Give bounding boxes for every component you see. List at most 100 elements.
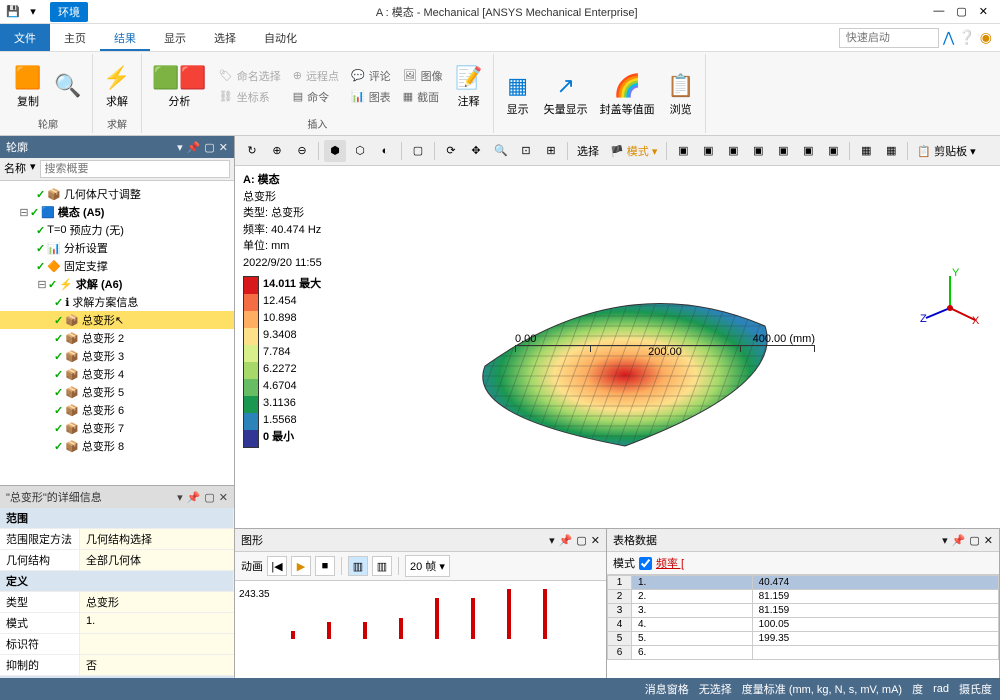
tab-select[interactable]: 选择 <box>200 24 250 51</box>
details-value[interactable] <box>80 634 234 654</box>
named-selection-button[interactable]: 🏷命名选择 <box>215 66 285 86</box>
outline-search-input[interactable] <box>40 160 230 178</box>
close-icon[interactable]: ✕ <box>219 141 228 154</box>
box-zoom-icon[interactable]: ⊞ <box>540 140 562 162</box>
contour-legend[interactable]: 14.011 最大12.45410.8989.34087.7846.22724.… <box>243 276 321 448</box>
fit-icon[interactable]: ⊡ <box>515 140 537 162</box>
wireframe-icon[interactable]: ⬡ <box>349 140 371 162</box>
close-icon[interactable]: ✕ <box>984 534 993 547</box>
tree-node-geom-sizing[interactable]: ✓📦几何体尺寸调整 <box>0 185 234 203</box>
minimize-icon[interactable]: — <box>933 5 944 18</box>
status-units[interactable]: 度量标准 (mm, kg, N, s, mV, mA) <box>742 681 902 697</box>
outline-panel-header[interactable]: 轮廓 ▾ 📌 ▢ ✕ <box>0 136 234 158</box>
details-value[interactable]: 否 <box>80 655 234 675</box>
mode-bar-graph[interactable]: 243.35 1. <box>235 581 606 678</box>
tree-node-td7[interactable]: ✓📦总变形 7 <box>0 419 234 437</box>
close-icon[interactable]: ✕ <box>219 491 228 504</box>
tab-home[interactable]: 主页 <box>50 24 100 51</box>
freq-checkbox[interactable] <box>639 557 652 570</box>
chevron-down-icon[interactable]: ▾ <box>24 3 42 21</box>
vector-display-button[interactable]: ↗矢量显示 <box>540 69 592 119</box>
view-back-icon[interactable]: ▣ <box>697 140 719 162</box>
pick-face-icon[interactable]: ▦ <box>880 140 902 162</box>
tabular-panel-header[interactable]: 表格数据▾📌▢✕ <box>607 529 999 552</box>
details-value[interactable]: 总变形 <box>80 592 234 612</box>
dropdown-icon[interactable]: ▾ <box>177 491 183 504</box>
anim-mode-1-icon[interactable]: ▥ <box>348 556 368 576</box>
notify-icon[interactable]: ⋀ <box>943 29 954 46</box>
quick-launch-input[interactable] <box>839 28 939 48</box>
file-tab[interactable]: 文件 <box>0 24 50 51</box>
find-button[interactable]: 🔍 <box>50 69 86 103</box>
solve-button[interactable]: ⚡求解 <box>99 61 135 111</box>
help-icon[interactable]: ❔ <box>958 29 975 46</box>
maximize-icon[interactable]: ▢ <box>204 491 214 504</box>
view-right-icon[interactable]: ▣ <box>797 140 819 162</box>
tree-node-modal[interactable]: ⊟✓🟦模态 (A5) <box>0 203 234 221</box>
status-degrees[interactable]: 度 <box>912 681 923 697</box>
pan-icon[interactable]: ✥ <box>465 140 487 162</box>
outline-tree[interactable]: ✓📦几何体尺寸调整 ⊟✓🟦模态 (A5) ✓T=0预应力 (无) ✓📊分析设置 … <box>0 181 234 485</box>
commands-button[interactable]: ▤命令 <box>289 87 343 107</box>
tree-node-td6[interactable]: ✓📦总变形 6 <box>0 401 234 419</box>
dropdown-icon[interactable]: ▾ <box>942 534 948 547</box>
image-button[interactable]: 🖼图像 <box>399 66 447 86</box>
tab-display[interactable]: 显示 <box>150 24 200 51</box>
tab-automation[interactable]: 自动化 <box>250 24 311 51</box>
analyze-button[interactable]: 🟩🟥分析 <box>148 61 211 111</box>
tabular-data-grid[interactable]: 11.40.47422.81.15933.81.15944.100.0555.1… <box>607 575 999 678</box>
coord-sys-button[interactable]: ⛓坐标系 <box>215 87 285 107</box>
tab-results[interactable]: 结果 <box>100 24 150 51</box>
status-messages[interactable]: 消息窗格 <box>645 681 689 697</box>
tree-node-td4[interactable]: ✓📦总变形 4 <box>0 365 234 383</box>
tree-node-fixed-support[interactable]: ✓🔶固定支撑 <box>0 257 234 275</box>
mode-dropdown[interactable]: 🏴 模式 ▾ <box>606 143 661 159</box>
comment-button[interactable]: 💬评论 <box>347 66 395 86</box>
maximize-icon[interactable]: ▢ <box>576 534 586 547</box>
anim-mode-2-icon[interactable]: ▥ <box>372 556 392 576</box>
chart-button[interactable]: 📊图表 <box>347 87 395 107</box>
zoom-out-icon[interactable]: ⊖ <box>291 140 313 162</box>
status-celsius[interactable]: 摄氏度 <box>959 681 992 697</box>
copy-button[interactable]: 🟧复制 <box>10 61 46 111</box>
view-bottom-icon[interactable]: ▣ <box>747 140 769 162</box>
graph-panel-header[interactable]: 图形▾📌▢✕ <box>235 529 606 552</box>
shade-icon[interactable]: ⬢ <box>324 140 346 162</box>
tree-node-td3[interactable]: ✓📦总变形 3 <box>0 347 234 365</box>
pin-icon[interactable]: 📌 <box>187 491 201 504</box>
tree-node-td5[interactable]: ✓📦总变形 5 <box>0 383 234 401</box>
maximize-icon[interactable]: ▢ <box>969 534 979 547</box>
stop-icon[interactable]: ■ <box>315 556 335 576</box>
details-category-definition[interactable]: 定义 <box>0 571 234 592</box>
graphics-viewport[interactable]: A: 模态 总变形 类型: 总变形 频率: 40.474 Hz 单位: mm 2… <box>235 166 1000 528</box>
zoom-in-icon[interactable]: ⊕ <box>266 140 288 162</box>
frames-dropdown[interactable]: 20 帧 ▾ <box>405 555 450 577</box>
details-value[interactable]: 1. <box>80 613 234 633</box>
save-icon[interactable]: 💾 <box>4 3 22 21</box>
tree-node-analysis-settings[interactable]: ✓📊分析设置 <box>0 239 234 257</box>
transparent-icon[interactable]: ◐ <box>374 140 396 162</box>
settings-icon[interactable]: ◉ <box>980 29 992 46</box>
display-button[interactable]: ▦显示 <box>500 69 536 119</box>
browse-button[interactable]: 📋浏览 <box>663 69 699 119</box>
collapse-icon[interactable]: ⊟ <box>18 206 30 219</box>
remote-point-button[interactable]: ⊕远程点 <box>289 66 343 86</box>
details-value[interactable]: 全部几何体 <box>80 550 234 570</box>
view-top-icon[interactable]: ▣ <box>722 140 744 162</box>
view-triad[interactable]: Y X Z <box>920 268 980 328</box>
rotate-icon[interactable]: ⟳ <box>440 140 462 162</box>
close-icon[interactable]: ✕ <box>591 534 600 547</box>
zoom-icon[interactable]: 🔍 <box>490 140 512 162</box>
refresh-icon[interactable]: ↻ <box>241 140 263 162</box>
pin-icon[interactable]: 📌 <box>187 141 201 154</box>
status-rad[interactable]: rad <box>933 683 949 695</box>
view-iso-icon[interactable]: ▣ <box>822 140 844 162</box>
pin-icon[interactable]: 📌 <box>952 534 966 547</box>
view-front-icon[interactable]: ▣ <box>672 140 694 162</box>
section-button[interactable]: ▦截面 <box>399 87 447 107</box>
clipboard-dropdown[interactable]: 📋 剪贴板 ▾ <box>913 143 979 159</box>
pin-icon[interactable]: 📌 <box>559 534 573 547</box>
tree-node-total-deformation[interactable]: ✓📦总变形↖ <box>0 311 234 329</box>
details-value[interactable]: 几何结构选择 <box>80 529 234 549</box>
dropdown-icon[interactable]: ▾ <box>549 534 555 547</box>
